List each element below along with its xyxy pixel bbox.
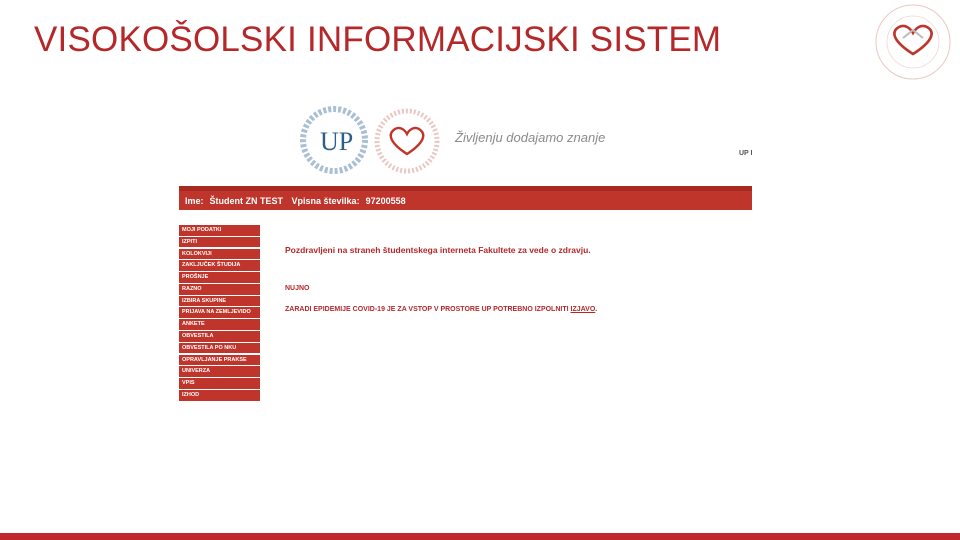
izjava-link[interactable]: IZJAVO — [571, 306, 596, 313]
bottom-accent-bar — [0, 533, 960, 540]
menu-item-vpis[interactable]: VPIS — [179, 378, 260, 389]
welcome-message: Pozdravljeni na straneh študentskega int… — [285, 245, 591, 255]
menu-item-univerza[interactable]: UNIVERZA — [179, 366, 260, 377]
menu-item-kolokviji[interactable]: KOLOKVIJI — [179, 248, 260, 260]
menu-item-obvestila-po-nku[interactable]: OBVESTILA PO NKU — [179, 342, 260, 354]
menu-item-opravljanje-prakse[interactable]: OPRAVLJANJE PRAKSE — [179, 354, 260, 366]
faculty-small-logo-icon — [374, 108, 440, 174]
faculty-logo-icon — [875, 4, 951, 80]
menu-item-moji-podatki[interactable]: MOJI PODATKI — [179, 225, 260, 236]
slide-title: VISOKOŠOLSKI INFORMACIJSKI SISTEM — [34, 20, 722, 59]
menu-item-prijava[interactable]: PRIJAVA NA ZEMLJEVIDO — [179, 307, 260, 319]
menu-item-zakljucek-studija[interactable]: ZAKLJUČEK ŠTUDIJA — [179, 260, 260, 271]
menu-item-obvestila[interactable]: OBVESTILA — [179, 331, 260, 342]
student-info-bar: Ime: Študent ZN TEST Vpisna številka: 9720… — [179, 186, 752, 210]
university-logo-icon: UP — [300, 106, 368, 174]
covid-notice: ZARADI EPIDEMIJE COVID-19 JE ZA VSTOP V … — [285, 306, 597, 313]
menu-item-ankete[interactable]: ANKETE — [179, 319, 260, 330]
menu-item-prosnje[interactable]: PROŠNJE — [179, 272, 260, 283]
up-logo-letters: UP — [320, 127, 353, 156]
up-tag: UP I — [739, 150, 753, 157]
menu-item-izhod[interactable]: IZHOD — [179, 389, 260, 401]
name-value: Študent ZN TEST — [209, 196, 284, 206]
menu-item-izbira-skupine[interactable]: IZBIRA SKUPINE — [179, 295, 260, 307]
id-value: 97200558 — [365, 196, 406, 206]
menu-item-razno[interactable]: RAZNO — [179, 283, 260, 295]
bar-stripe — [179, 186, 752, 191]
notice-text: ZARADI EPIDEMIJE COVID-19 JE ZA VSTOP V … — [285, 306, 571, 313]
urgent-heading: NUJNO — [285, 285, 310, 292]
name-label: Ime: — [185, 196, 204, 206]
portal-tagline: Življenju dodajamo znanje — [455, 130, 606, 145]
portal-screenshot: UP Življenju dodajamo znanje UP I Ime: Št… — [178, 98, 754, 402]
menu-item-izpiti[interactable]: IZPITI — [179, 236, 260, 248]
sidebar-menu: MOJI PODATKI IZPITI KOLOKVIJI ZAKLJUČEK … — [179, 225, 260, 402]
notice-end: . — [595, 306, 598, 313]
id-label: Vpisna številka: — [291, 196, 360, 206]
